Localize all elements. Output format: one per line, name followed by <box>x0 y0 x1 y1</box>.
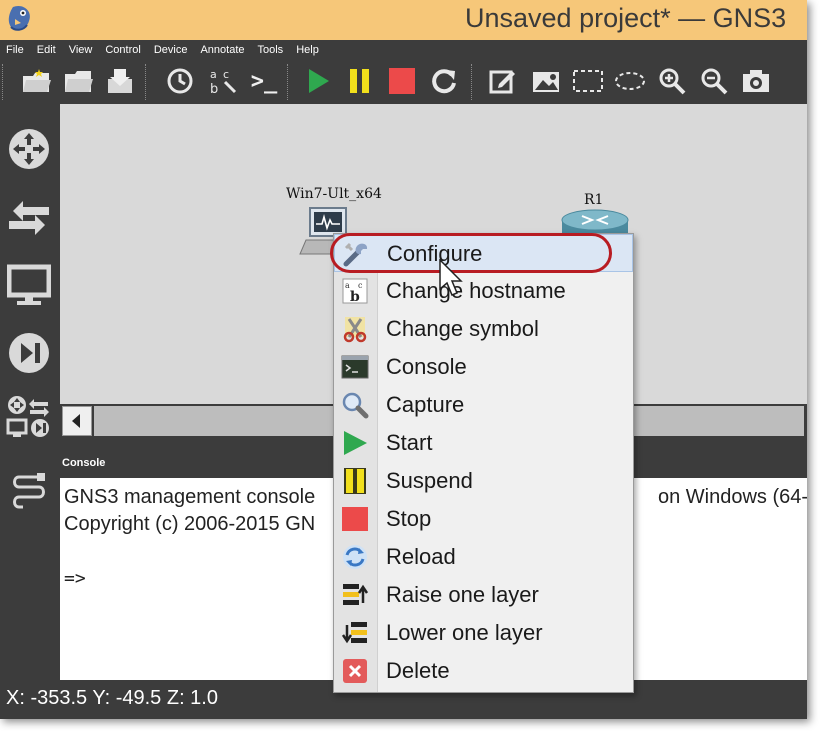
routers-icon[interactable] <box>6 126 52 172</box>
stop-icon <box>341 505 369 533</box>
menu-help[interactable]: Help <box>296 44 319 56</box>
all-devices-icon[interactable] <box>6 394 52 440</box>
menu-item-label: Change symbol <box>386 316 539 341</box>
menu-item-lower-one-layer[interactable]: Lower one layer <box>334 614 633 652</box>
stop-all-button[interactable] <box>386 65 418 97</box>
capture-icon <box>341 391 369 419</box>
menu-item-label: Lower one layer <box>386 620 543 645</box>
menu-annotate[interactable]: Annotate <box>200 44 244 56</box>
svg-text:c: c <box>223 68 229 81</box>
window-title: Unsaved project* — GNS3 <box>465 3 787 33</box>
toolbar-separator <box>287 64 290 100</box>
console-line-2: Copyright (c) 2006-2015 GN <box>64 513 316 535</box>
mouse-cursor-icon <box>438 258 464 299</box>
menu-item-reload[interactable]: Reload <box>334 538 633 576</box>
menu-item-console[interactable]: Console <box>334 348 633 386</box>
node-label-r1: R1 <box>584 192 604 208</box>
suspend-icon <box>341 467 369 495</box>
draw-ellipse-button[interactable] <box>614 65 646 97</box>
menu-item-label: Change hostname <box>386 278 566 303</box>
lower-layer-icon <box>341 619 369 647</box>
menu-item-raise-one-layer[interactable]: Raise one layer <box>334 576 633 614</box>
insert-picture-button[interactable] <box>530 65 562 97</box>
menu-item-change-hostname[interactable]: acb Change hostname <box>334 272 633 310</box>
menu-item-label: Console <box>386 354 467 379</box>
menu-tools[interactable]: Tools <box>258 44 284 56</box>
title-bar: Unsaved project* — GNS3 <box>0 0 807 40</box>
security-devices-icon[interactable] <box>6 330 52 376</box>
toolbar-separator <box>471 64 474 100</box>
zoom-in-button[interactable] <box>656 65 688 97</box>
draw-rectangle-button[interactable] <box>572 65 604 97</box>
console-prompt: => <box>64 568 86 589</box>
symbol-icon <box>341 315 369 343</box>
menu-file[interactable]: File <box>6 44 24 56</box>
menu-bar: File Edit View Control Device Annotate T… <box>0 40 807 59</box>
menu-item-label: Delete <box>386 658 450 683</box>
raise-layer-icon <box>341 581 369 609</box>
svg-text:a: a <box>210 68 217 81</box>
menu-item-capture[interactable]: Capture <box>334 386 633 424</box>
scene-coordinates: X: -353.5 Y: -49.5 Z: 1.0 <box>6 687 218 709</box>
toolbar-separator <box>145 64 148 100</box>
menu-item-delete[interactable]: Delete <box>334 652 633 690</box>
hostname-abc-icon[interactable]: acb <box>206 65 238 97</box>
menu-item-label: Capture <box>386 392 465 417</box>
svg-text:b: b <box>350 289 360 305</box>
snapshot-clock-icon[interactable] <box>164 65 196 97</box>
switches-icon[interactable] <box>6 194 52 240</box>
console-dock-title: Console <box>62 457 106 469</box>
end-devices-icon[interactable] <box>6 262 52 308</box>
menu-item-start[interactable]: Start <box>334 424 633 462</box>
console-line-1: GNS3 management console <box>64 486 316 508</box>
reload-all-button[interactable] <box>428 65 460 97</box>
toolbar-separator <box>2 64 5 100</box>
save-snapshot-icon[interactable] <box>104 65 136 97</box>
suspend-all-button[interactable] <box>344 65 376 97</box>
menu-edit[interactable]: Edit <box>37 44 56 56</box>
menu-item-label: Start <box>386 430 433 455</box>
menu-item-label: Reload <box>386 544 456 569</box>
svg-text:b: b <box>210 82 218 96</box>
menu-control[interactable]: Control <box>105 44 140 56</box>
hostname-icon: acb <box>341 277 369 305</box>
add-link-icon[interactable] <box>6 470 52 516</box>
menu-view[interactable]: View <box>69 44 93 56</box>
menu-item-change-symbol[interactable]: Change symbol <box>334 310 633 348</box>
start-icon <box>341 429 369 457</box>
open-project-icon[interactable] <box>62 65 94 97</box>
scroll-left-button[interactable] <box>62 406 92 436</box>
main-toolbar: acb >_ <box>0 59 807 104</box>
node-label-win7: Win7-Ult_x64 <box>286 186 382 202</box>
delete-icon <box>341 657 369 685</box>
screenshot-button[interactable] <box>740 65 772 97</box>
menu-item-suspend[interactable]: Suspend <box>334 462 633 500</box>
menu-item-label: Suspend <box>386 468 473 493</box>
menu-item-stop[interactable]: Stop <box>334 500 633 538</box>
zoom-out-button[interactable] <box>698 65 730 97</box>
gns3-logo-icon <box>5 3 35 35</box>
menu-item-label: Raise one layer <box>386 582 539 607</box>
new-project-icon[interactable] <box>20 65 52 97</box>
menu-item-label: Stop <box>386 506 432 531</box>
configure-highlight-ring <box>330 233 612 273</box>
start-all-button[interactable] <box>302 65 334 97</box>
device-sidebar <box>0 104 60 684</box>
console-prompt-icon[interactable]: >_ <box>248 65 280 97</box>
console-icon <box>341 353 369 381</box>
console-prompt-glyph: >_ <box>250 68 278 94</box>
add-note-button[interactable] <box>486 65 518 97</box>
console-line-1-tail: on Windows (64-b <box>658 486 807 508</box>
reload-icon <box>341 543 369 571</box>
node-context-menu: Configure acb Change hostname Change sym… <box>333 233 634 693</box>
menu-device[interactable]: Device <box>154 44 188 56</box>
